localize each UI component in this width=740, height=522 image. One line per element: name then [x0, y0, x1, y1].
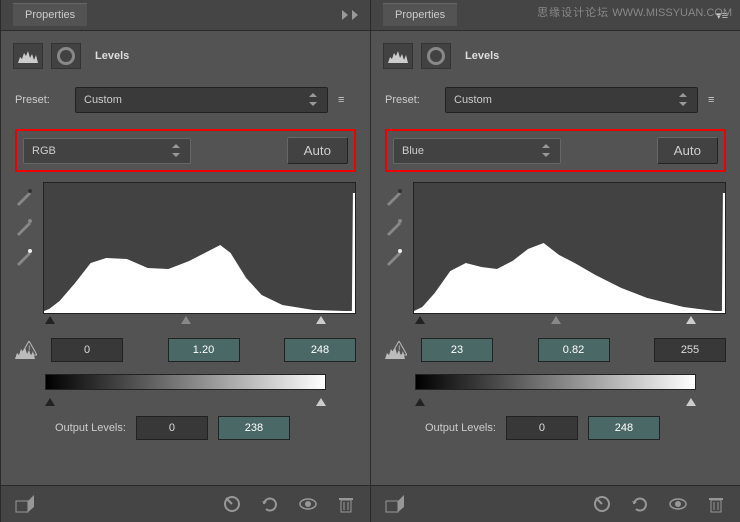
input-black-field[interactable]: 23: [421, 338, 493, 362]
output-gradient[interactable]: [45, 374, 326, 390]
mask-icon[interactable]: [51, 43, 81, 69]
output-gradient[interactable]: [415, 374, 696, 390]
levels-icon: [13, 43, 43, 69]
panel-header: Properties: [1, 0, 370, 31]
input-white-field[interactable]: 248: [284, 338, 356, 362]
input-white-field[interactable]: 255: [654, 338, 726, 362]
output-black-slider[interactable]: [45, 398, 55, 406]
collapse-icon[interactable]: [342, 10, 358, 20]
black-slider[interactable]: [415, 316, 425, 324]
preset-dropdown[interactable]: Custom: [75, 87, 328, 113]
output-levels-label: Output Levels:: [55, 422, 126, 434]
white-point-eyedropper-icon[interactable]: [15, 248, 33, 266]
clip-icon[interactable]: [15, 495, 35, 513]
output-white-slider[interactable]: [686, 398, 696, 406]
previous-state-icon[interactable]: [222, 495, 242, 513]
output-black-slider[interactable]: [415, 398, 425, 406]
preset-menu-icon[interactable]: ≡: [338, 94, 356, 106]
auto-button[interactable]: Auto: [657, 137, 718, 164]
panel-footer: [1, 485, 370, 522]
levels-icon: [383, 43, 413, 69]
histogram-warning-icon: !: [385, 341, 407, 359]
auto-button[interactable]: Auto: [287, 137, 348, 164]
previous-state-icon[interactable]: [592, 495, 612, 513]
output-levels-label: Output Levels:: [425, 422, 496, 434]
histogram[interactable]: [413, 182, 726, 314]
output-white-slider[interactable]: [316, 398, 326, 406]
panel-footer: [371, 485, 740, 522]
adjustment-title: Levels: [465, 50, 499, 62]
visibility-icon[interactable]: [298, 495, 318, 513]
preset-menu-icon[interactable]: ≡: [708, 94, 726, 106]
white-slider[interactable]: [316, 316, 326, 324]
gamma-slider[interactable]: [181, 316, 191, 324]
properties-panel-rgb: Properties Levels Preset: Custom ≡ RGB A…: [0, 0, 370, 522]
properties-tab[interactable]: Properties: [383, 3, 457, 26]
output-white-field[interactable]: 248: [588, 416, 660, 440]
white-point-eyedropper-icon[interactable]: [385, 248, 403, 266]
preset-label: Preset:: [385, 94, 435, 106]
black-point-eyedropper-icon[interactable]: [15, 188, 33, 206]
input-black-field[interactable]: 0: [51, 338, 123, 362]
output-black-field[interactable]: 0: [506, 416, 578, 440]
svg-text:!: !: [398, 344, 401, 354]
reset-icon[interactable]: [630, 495, 650, 513]
clip-icon[interactable]: [385, 495, 405, 513]
preset-label: Preset:: [15, 94, 65, 106]
channel-row-highlight: RGB Auto: [15, 129, 356, 172]
histogram[interactable]: [43, 182, 356, 314]
adjustment-title: Levels: [95, 50, 129, 62]
channel-dropdown[interactable]: RGB: [23, 138, 191, 164]
trash-icon[interactable]: [706, 495, 726, 513]
input-gamma-field[interactable]: 1.20: [168, 338, 240, 362]
visibility-icon[interactable]: [668, 495, 688, 513]
trash-icon[interactable]: [336, 495, 356, 513]
preset-dropdown[interactable]: Custom: [445, 87, 698, 113]
watermark: 思缘设计论坛 WWW.MISSYUAN.COM: [537, 4, 732, 20]
histogram-warning-icon: !: [15, 341, 37, 359]
gamma-slider[interactable]: [551, 316, 561, 324]
output-black-field[interactable]: 0: [136, 416, 208, 440]
properties-tab[interactable]: Properties: [13, 3, 87, 26]
white-slider[interactable]: [686, 316, 696, 324]
black-point-eyedropper-icon[interactable]: [385, 188, 403, 206]
channel-row-highlight: Blue Auto: [385, 129, 726, 172]
black-slider[interactable]: [45, 316, 55, 324]
svg-text:!: !: [28, 344, 31, 354]
reset-icon[interactable]: [260, 495, 280, 513]
input-gamma-field[interactable]: 0.82: [538, 338, 610, 362]
output-white-field[interactable]: 238: [218, 416, 290, 440]
mask-icon[interactable]: [421, 43, 451, 69]
properties-panel-blue: Properties ▾≡ Levels Preset: Custom ≡ Bl…: [370, 0, 740, 522]
gray-point-eyedropper-icon[interactable]: [15, 218, 33, 236]
channel-dropdown[interactable]: Blue: [393, 138, 561, 164]
gray-point-eyedropper-icon[interactable]: [385, 218, 403, 236]
